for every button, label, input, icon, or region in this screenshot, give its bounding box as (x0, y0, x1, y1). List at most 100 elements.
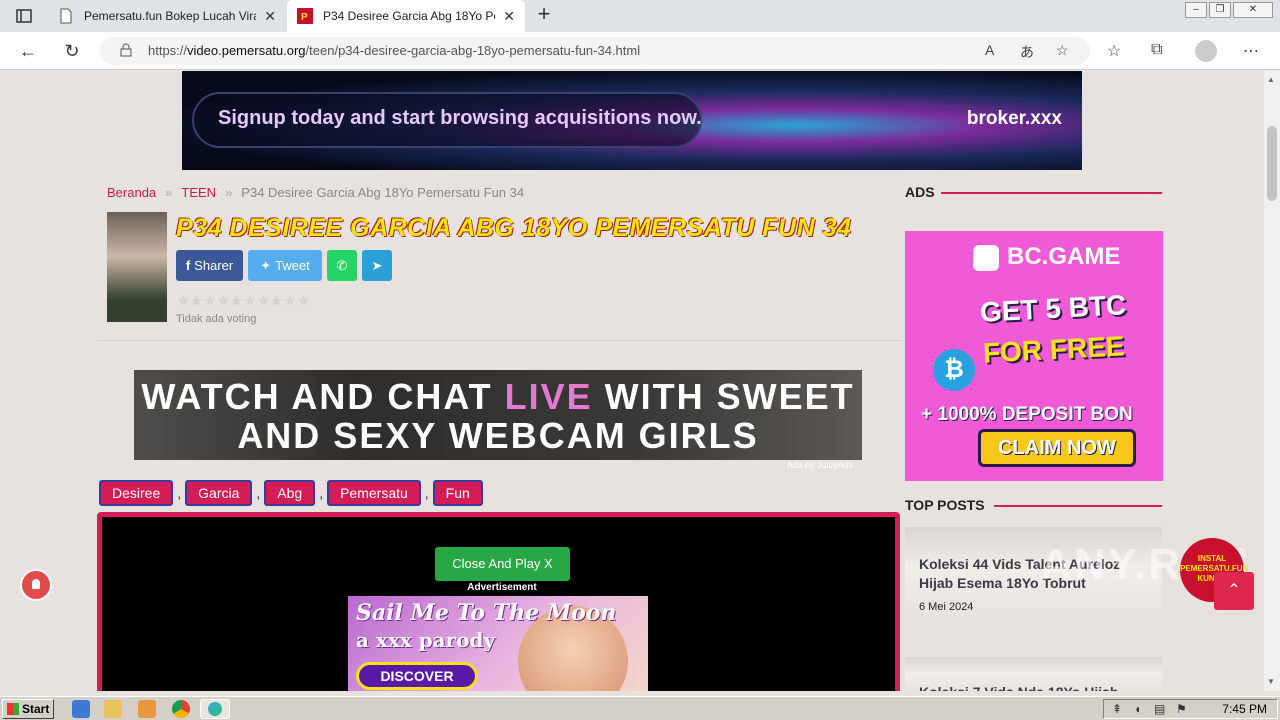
tag-link[interactable]: Pemersatu (327, 480, 421, 506)
taskbar: Start ⇞ ◖ ▤ ⚑ 7:45 PM (0, 696, 1280, 720)
bc-game-ad[interactable]: BC.GAME GET 5 BTC ₿ FOR FREE + 1000% DEP… (905, 231, 1163, 481)
start-button[interactable]: Start (2, 699, 54, 719)
banner-text: WATCH AND CHAT (141, 376, 505, 417)
network-icon[interactable]: ▤ (1154, 702, 1165, 716)
close-tab-icon[interactable]: ✕ (503, 8, 515, 25)
volume-icon[interactable]: ◖ (1134, 702, 1141, 716)
top-ad-banner[interactable]: Signup today and start browsing acquisit… (182, 71, 1082, 170)
start-label: Start (22, 702, 50, 716)
discover-button[interactable]: DISCOVER (356, 662, 478, 690)
read-aloud-icon[interactable]: A (985, 42, 994, 58)
add-favorite-icon[interactable]: ☆ (1056, 42, 1069, 59)
address-toolbar: ← ↻ https://video.pemersatu.org/teen/p34… (0, 32, 1280, 70)
url-domain: video.pemersatu.org (187, 43, 306, 58)
tray-up-icon[interactable]: ⇞ (1112, 702, 1122, 716)
new-tab-button[interactable]: + (533, 3, 555, 26)
top-post-card[interactable]: Koleksi 7 Vids Nda 18Yo Hijab (905, 657, 1162, 691)
bitcoin-icon: ₿ (933, 349, 975, 391)
tab-actions-button[interactable] (8, 4, 40, 28)
webcam-ad-banner[interactable]: WATCH AND CHAT LIVE WITH SWEET AND SEXY … (134, 370, 862, 460)
breadcrumb-separator: » (225, 185, 233, 200)
facebook-share-button[interactable]: f Sharer (176, 250, 243, 281)
post-thumbnail (107, 212, 167, 322)
tag-link[interactable]: Desiree (99, 480, 174, 506)
chrome-icon[interactable] (172, 700, 190, 718)
back-button[interactable]: ← (14, 38, 42, 64)
collections-icon[interactable]: ⧉ (1151, 41, 1162, 59)
address-bar[interactable]: https://video.pemersatu.org/teen/p34-des… (100, 37, 1090, 65)
lock-icon (120, 43, 132, 57)
restore-button[interactable]: ❐ (1209, 2, 1231, 18)
ad-line-3: + 1000% DEPOSIT BON (921, 404, 1133, 425)
ad-subheadline: a xxx parody (356, 628, 496, 652)
bc-game-logo: BC.GAME (973, 243, 1120, 271)
tag-link[interactable]: Garcia (185, 480, 253, 506)
ads-heading: ADS (905, 184, 935, 200)
notification-bell-icon[interactable] (20, 569, 52, 601)
scroll-up-icon[interactable]: ▲ (1267, 75, 1275, 84)
breadcrumb-home-link[interactable]: Beranda (107, 185, 156, 200)
url-text: https://video.pemersatu.org/teen/p34-des… (148, 43, 640, 58)
page-viewport: Signup today and start browsing acquisit… (0, 71, 1264, 691)
breadcrumb: Beranda » TEEN » P34 Desiree Garcia Abg 18Yo… (107, 185, 524, 200)
heading-underline (994, 505, 1162, 507)
favorites-icon[interactable]: ☆ (1107, 41, 1121, 61)
scroll-down-icon[interactable]: ▼ (1267, 677, 1275, 686)
star-rating[interactable]: ★★★★★★★★★★ (176, 291, 310, 311)
site-favicon-icon: P (297, 8, 313, 24)
browser-tab-2[interactable]: P P34 Desiree Garcia Abg 18Yo Pem ✕ (287, 0, 525, 32)
browser-tab-1[interactable]: Pemersatu.fun Bokep Lucah Viral ✕ (48, 0, 286, 32)
profile-avatar[interactable] (1195, 40, 1217, 62)
rating-status: Tidak ada voting (176, 313, 257, 325)
facebook-share-label: Sharer (194, 258, 234, 273)
clock: 7:45 PM (1222, 702, 1267, 716)
tag-separator: , (177, 485, 182, 501)
refresh-button[interactable]: ↻ (58, 38, 86, 64)
top-posts-heading: TOP POSTS (905, 497, 985, 513)
minimize-button[interactable]: – (1185, 2, 1207, 18)
page-icon (60, 8, 72, 24)
post-title[interactable]: Koleksi 7 Vids Nda 18Yo Hijab (919, 683, 1149, 691)
flag-icon[interactable]: ⚑ (1176, 702, 1187, 716)
scrollbar-thumb[interactable] (1267, 126, 1277, 201)
banner-text: WITH SWEET (592, 376, 855, 417)
ads-by-label[interactable]: Ads by JuicyAds (787, 460, 853, 470)
twitter-share-label: Tweet (275, 258, 310, 273)
tab-title: P34 Desiree Garcia Abg 18Yo Pem (323, 9, 496, 23)
advertisement-label: Advertisement (467, 582, 537, 593)
tag-separator: , (256, 485, 261, 501)
banner-live-text: LIVE (504, 376, 593, 417)
edge-taskbar-button[interactable] (200, 699, 230, 719)
refresh-icon: ↻ (64, 41, 80, 61)
player-ad[interactable]: Sail Me To The Moon a xxx parody DISCOVE… (348, 596, 648, 691)
more-menu-icon[interactable]: ⋯ (1243, 41, 1259, 61)
tab-title: Pemersatu.fun Bokep Lucah Viral (84, 9, 257, 23)
close-tab-icon[interactable]: ✕ (264, 8, 276, 25)
breadcrumb-category-link[interactable]: TEEN (181, 185, 216, 200)
whatsapp-icon: ✆ (336, 257, 348, 273)
page-scrollbar[interactable]: ▲ ▼ (1264, 71, 1280, 691)
whatsapp-share-button[interactable]: ✆ (327, 250, 357, 281)
scroll-to-top-button[interactable]: ⌃ (1214, 572, 1254, 610)
heading-underline (941, 192, 1162, 194)
twitter-icon: ✦ (260, 257, 272, 273)
tag-link[interactable]: Abg (264, 480, 316, 506)
banner-line-2: AND SEXY WEBCAM GIRLS (237, 415, 759, 456)
bc-brand-text: BC.GAME (1007, 243, 1121, 270)
media-player-icon[interactable] (138, 700, 156, 718)
page-title: P34 DESIREE GARCIA ABG 18YO PEMERSATU FU… (176, 214, 852, 242)
telegram-share-button[interactable]: ➤ (362, 250, 392, 281)
tab-strip: Pemersatu.fun Bokep Lucah Viral ✕ P P34 … (0, 0, 1280, 32)
close-window-button[interactable]: ✕ (1233, 2, 1273, 18)
svg-text:P: P (301, 12, 308, 23)
claim-now-button[interactable]: CLAIM NOW (978, 429, 1136, 467)
twitter-share-button[interactable]: ✦ Tweet (248, 250, 322, 281)
folder-icon[interactable] (104, 700, 122, 718)
ie-icon[interactable] (72, 700, 90, 718)
video-player[interactable]: Close And Play X Advertisement Sail Me T… (97, 512, 900, 691)
facebook-icon: f (185, 258, 191, 273)
translate-icon[interactable]: あ (1020, 42, 1034, 62)
tag-separator: , (424, 485, 429, 501)
close-and-play-button[interactable]: Close And Play X (435, 547, 570, 581)
tag-link[interactable]: Fun (432, 480, 483, 506)
